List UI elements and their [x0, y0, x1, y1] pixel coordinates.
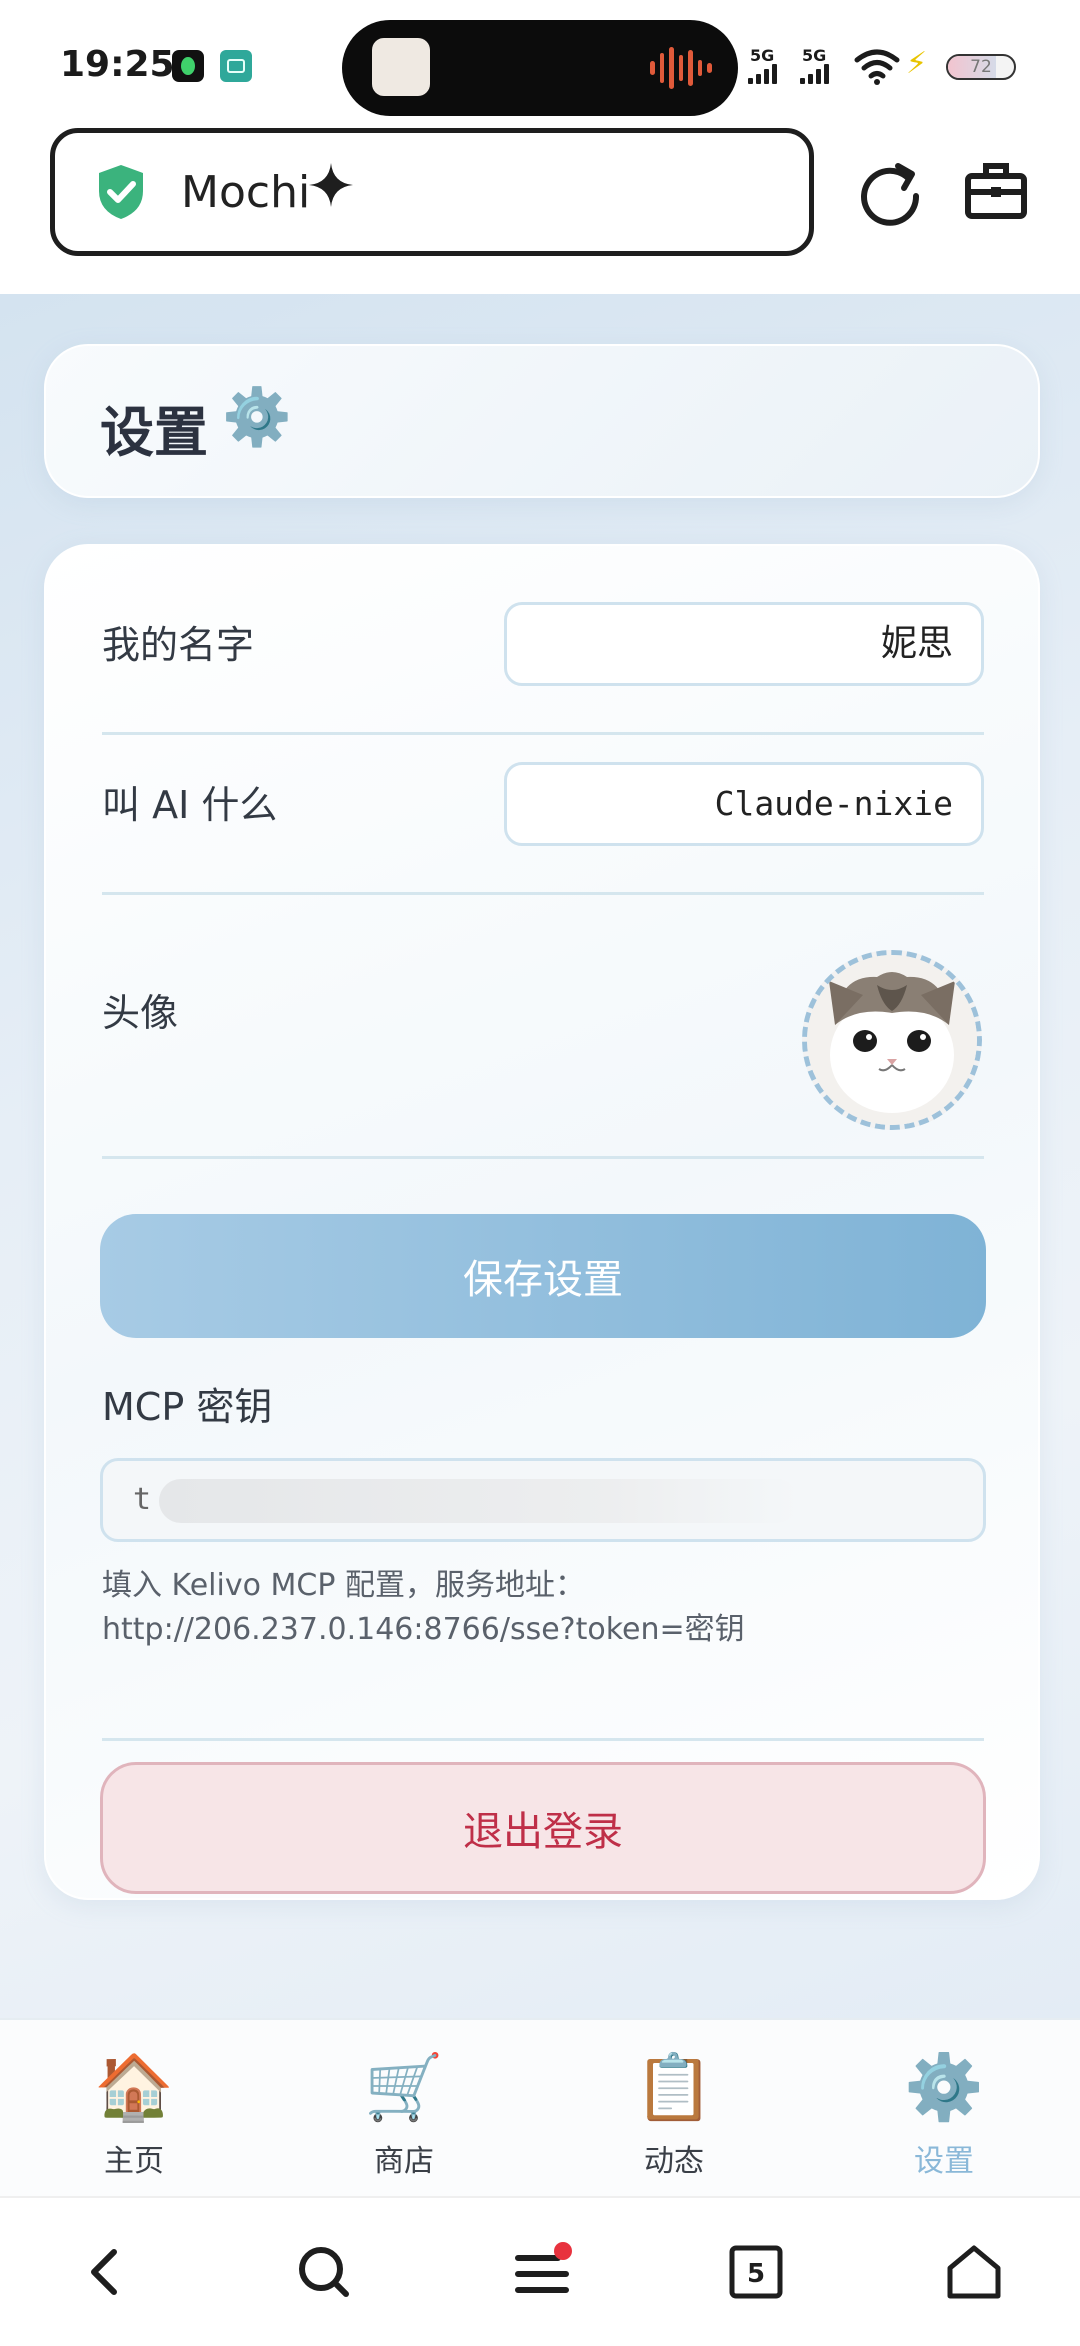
- bottom-tab-bar: 🏠 主页 🛒 商店 📋 动态 ⚙️ 设置: [0, 2018, 1080, 2196]
- sparkle-icon[interactable]: [307, 161, 355, 209]
- status-icons: 5G 5G ⚡ 72: [746, 40, 1046, 88]
- wifi-icon: [854, 49, 900, 85]
- logout-button[interactable]: 退出登录: [100, 1762, 986, 1894]
- toolbox-icon[interactable]: [960, 156, 1032, 228]
- home-icon[interactable]: [944, 2242, 1004, 2302]
- dynamic-island[interactable]: [342, 20, 738, 116]
- tab-label: 主页: [104, 2144, 164, 2179]
- mcp-key-value: t: [133, 1482, 152, 1517]
- cart-icon: 🛒: [364, 2051, 444, 2125]
- avatar-label: 头像: [102, 991, 179, 1035]
- site-name: Mochi: [181, 167, 311, 218]
- name-input[interactable]: 妮思: [504, 602, 984, 686]
- signal-bars-1-icon: [748, 62, 777, 84]
- gear-icon: ⚙️: [904, 2051, 984, 2125]
- mcp-key-label: MCP 密钥: [102, 1385, 273, 1429]
- mcp-hint-line-1: 填入 Kelivo MCP 配置，服务地址：: [102, 1568, 585, 1603]
- title-card: 设置 ⚙️: [44, 344, 1040, 498]
- redacted-overlay: [159, 1479, 799, 1523]
- tab-label: 动态: [644, 2144, 704, 2179]
- music-app-icon: [172, 50, 204, 82]
- page-content: 设置 ⚙️ 我的名字 妮思 叫 AI 什么 Claude-nixie 头像 保存…: [0, 294, 1080, 2018]
- status-bar: 19:25 5G 5G ⚡ 72: [0, 0, 1080, 120]
- save-settings-button[interactable]: 保存设置: [100, 1214, 986, 1338]
- divider: [102, 892, 984, 895]
- divider: [102, 1156, 984, 1159]
- address-bar[interactable]: Mochi: [50, 128, 814, 256]
- terminal-app-icon: [220, 50, 252, 82]
- tab-shop[interactable]: 🛒 商店: [304, 2052, 504, 2180]
- tab-settings[interactable]: ⚙️ 设置: [844, 2052, 1044, 2180]
- media-thumbnail-icon: [372, 38, 430, 96]
- tabs-icon[interactable]: 5: [726, 2242, 786, 2302]
- ai-name-input[interactable]: Claude-nixie: [504, 762, 984, 846]
- tab-label: 商店: [374, 2144, 434, 2179]
- ai-name-label: 叫 AI 什么: [102, 783, 278, 827]
- shield-check-icon: [99, 165, 143, 219]
- avatar[interactable]: [802, 950, 982, 1130]
- search-icon[interactable]: [294, 2242, 354, 2302]
- cat-avatar-icon: [807, 955, 977, 1125]
- charging-icon: ⚡: [906, 46, 928, 81]
- tab-feed[interactable]: 📋 动态: [574, 2052, 774, 2180]
- tab-home[interactable]: 🏠 主页: [34, 2052, 234, 2180]
- mcp-key-input[interactable]: t: [100, 1458, 986, 1542]
- tab-label: 设置: [914, 2144, 974, 2179]
- signal-bars-2-icon: [800, 62, 829, 84]
- clipboard-icon: 📋: [634, 2051, 714, 2125]
- audio-wave-icon: [650, 46, 713, 90]
- mcp-hint: 填入 Kelivo MCP 配置，服务地址： http://206.237.0.…: [102, 1564, 1002, 1652]
- mcp-hint-line-2: http://206.237.0.146:8766/sse?token=密钥: [102, 1612, 745, 1647]
- gear-icon: ⚙️: [222, 385, 292, 450]
- back-icon[interactable]: [76, 2242, 136, 2302]
- house-icon: 🏠: [94, 2051, 174, 2125]
- battery-indicator: 72: [946, 54, 1016, 80]
- reload-icon[interactable]: [854, 156, 926, 228]
- divider: [102, 732, 984, 735]
- divider: [102, 1738, 984, 1741]
- name-label: 我的名字: [102, 623, 255, 667]
- tab-count: 5: [747, 2259, 765, 2289]
- page-title: 设置: [100, 401, 208, 464]
- menu-icon[interactable]: [512, 2242, 572, 2302]
- system-nav-bar: 5: [0, 2196, 1080, 2346]
- settings-card: 我的名字 妮思 叫 AI 什么 Claude-nixie 头像 保存设置 MCP…: [44, 544, 1040, 1900]
- status-time: 19:25: [60, 44, 175, 85]
